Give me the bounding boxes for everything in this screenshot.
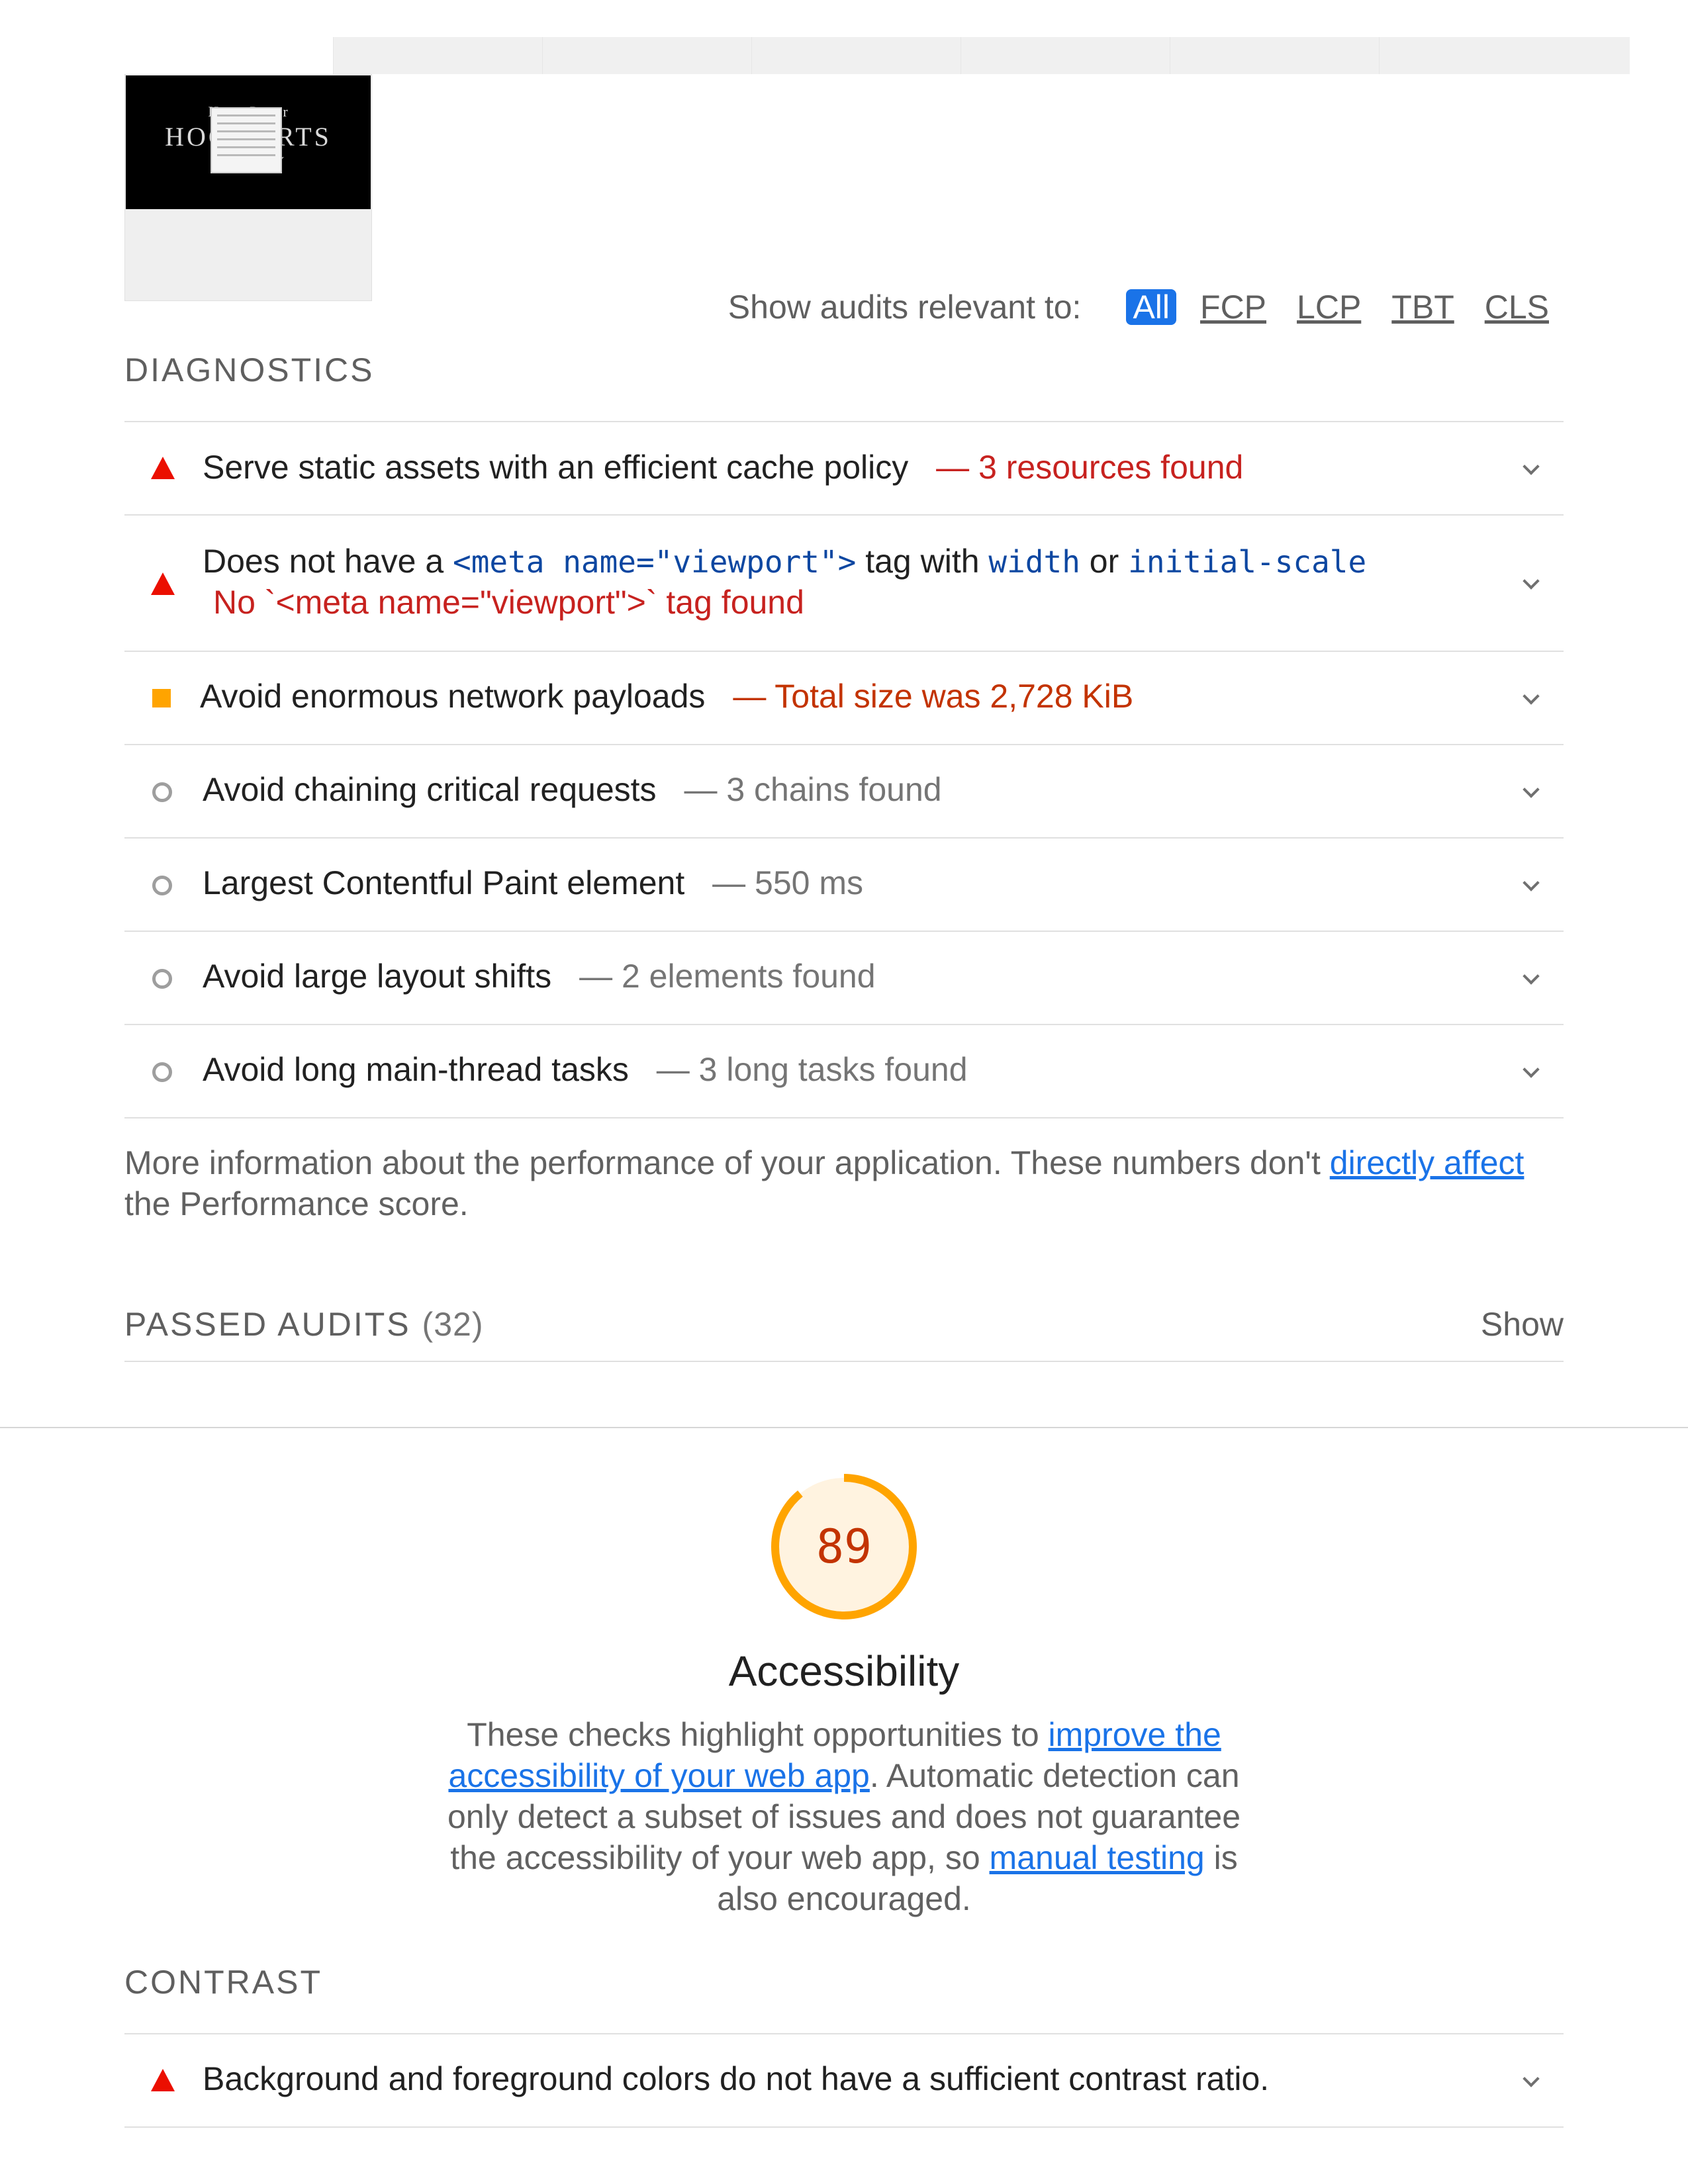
screenshot-image: Harry Potter HOGWARTS MYSTERY bbox=[126, 75, 371, 209]
audit-filter-bar: Show audits relevant to: All FCP LCP TBT… bbox=[728, 285, 1556, 330]
audit-display-value: — 3 chains found bbox=[684, 771, 942, 808]
passed-audits-header[interactable]: PASSED AUDITS (32) Show bbox=[124, 1292, 1564, 1362]
accessibility-score: 89 bbox=[816, 1520, 872, 1574]
audit-cache-policy[interactable]: Serve static assets with an efficient ca… bbox=[124, 422, 1564, 516]
accessibility-score-gauge[interactable]: 89 bbox=[769, 1472, 919, 1621]
fail-triangle-icon bbox=[151, 572, 175, 595]
audit-lcp-element[interactable]: Largest Contentful Paint element — 550 m… bbox=[124, 839, 1564, 932]
filter-chip-all[interactable]: All bbox=[1126, 289, 1177, 325]
filmstrip-frame bbox=[1379, 37, 1630, 74]
contrast-audit-list: Background and foreground colors do not … bbox=[124, 2033, 1564, 2128]
chevron-down-icon[interactable] bbox=[1524, 690, 1537, 704]
audit-title: Avoid enormous network payloads bbox=[200, 678, 706, 715]
filmstrip-frames bbox=[124, 37, 1630, 74]
audit-color-contrast[interactable]: Background and foreground colors do not … bbox=[124, 2034, 1564, 2128]
info-circle-icon bbox=[152, 969, 172, 989]
filmstrip-frame bbox=[961, 37, 1170, 74]
section-title-contrast: CONTRAST bbox=[124, 1964, 322, 2001]
filmstrip-frame bbox=[542, 37, 751, 74]
description-text: These checks highlight opportunities to bbox=[467, 1716, 1049, 1753]
diagnostics-description: More information about the performance o… bbox=[124, 1142, 1564, 1224]
contrast-section: CONTRAST bbox=[124, 1963, 1564, 2001]
diagnostics-audit-list: Serve static assets with an efficient ca… bbox=[124, 421, 1564, 1118]
accessibility-description: These checks highlight opportunities to … bbox=[424, 1714, 1264, 1919]
audit-title: Avoid long main-thread tasks bbox=[203, 1051, 629, 1088]
audit-display-value: — Total size was 2,728 KiB bbox=[733, 678, 1134, 715]
filter-chip-cls[interactable]: CLS bbox=[1478, 289, 1556, 325]
chevron-down-icon[interactable] bbox=[1524, 784, 1537, 797]
audit-title-part: or bbox=[1080, 543, 1129, 580]
audit-long-tasks[interactable]: Avoid long main-thread tasks — 3 long ta… bbox=[124, 1025, 1564, 1118]
audit-display-value: — 3 resources found bbox=[936, 449, 1244, 486]
filmstrip-frame bbox=[751, 37, 961, 74]
filmstrip-frame bbox=[333, 37, 542, 74]
passed-audits-count: (32) bbox=[422, 1306, 484, 1343]
category-title-accessibility: Accessibility bbox=[728, 1647, 960, 1695]
show-passed-audits-button[interactable]: Show bbox=[1481, 1305, 1564, 1343]
dialog-overlay bbox=[211, 107, 282, 173]
info-circle-icon bbox=[152, 782, 172, 802]
audit-critical-chains[interactable]: Avoid chaining critical requests — 3 cha… bbox=[124, 745, 1564, 839]
audit-display-value: — 550 ms bbox=[712, 864, 863, 901]
audit-title: Serve static assets with an efficient ca… bbox=[203, 449, 909, 486]
filmstrip-frame bbox=[1170, 37, 1379, 74]
filter-chip-tbt[interactable]: TBT bbox=[1385, 289, 1460, 325]
audit-title-part: Does not have a bbox=[203, 543, 453, 580]
info-circle-icon bbox=[152, 876, 172, 895]
audit-title: Largest Contentful Paint element bbox=[203, 864, 685, 901]
audit-explanation: No `<meta name="viewport">` tag found bbox=[213, 584, 804, 621]
audit-viewport-meta[interactable]: Does not have a <meta name="viewport"> t… bbox=[124, 516, 1564, 652]
audit-title: Avoid large layout shifts bbox=[203, 958, 552, 995]
section-title-diagnostics: DIAGNOSTICS bbox=[124, 351, 375, 388]
description-text: the Performance score. bbox=[124, 1185, 469, 1222]
filter-chip-fcp[interactable]: FCP bbox=[1194, 289, 1273, 325]
diagnostics-section: DIAGNOSTICS bbox=[124, 351, 1564, 389]
audit-title: Avoid chaining critical requests bbox=[203, 771, 657, 808]
chevron-down-icon[interactable] bbox=[1524, 877, 1537, 890]
code-width: width bbox=[988, 544, 1080, 580]
filmstrip-frame bbox=[124, 37, 333, 74]
passed-audits-title: PASSED AUDITS bbox=[124, 1306, 411, 1343]
code-initial-scale: initial-scale bbox=[1128, 544, 1367, 580]
filmstrip: Harry Potter HOGWARTS MYSTERY bbox=[124, 37, 1630, 301]
audit-layout-shifts[interactable]: Avoid large layout shifts — 2 elements f… bbox=[124, 932, 1564, 1025]
audit-display-value: — 3 long tasks found bbox=[656, 1051, 968, 1088]
fail-triangle-icon bbox=[151, 2069, 175, 2091]
filter-chip-lcp[interactable]: LCP bbox=[1290, 289, 1368, 325]
fail-triangle-icon bbox=[151, 457, 175, 479]
audit-title-part: tag with bbox=[856, 543, 989, 580]
average-square-icon bbox=[152, 689, 171, 707]
audit-display-value: — 2 elements found bbox=[579, 958, 876, 995]
passed-audits-section: PASSED AUDITS (32) Show bbox=[124, 1292, 1564, 1362]
chevron-down-icon[interactable] bbox=[1524, 2073, 1537, 2086]
chevron-down-icon[interactable] bbox=[1524, 1064, 1537, 1077]
category-divider bbox=[0, 1427, 1688, 1428]
filter-label: Show audits relevant to: bbox=[727, 289, 1082, 326]
chevron-down-icon[interactable] bbox=[1524, 970, 1537, 983]
directly-affect-link[interactable]: directly affect bbox=[1330, 1144, 1524, 1181]
audit-network-payloads[interactable]: Avoid enormous network payloads — Total … bbox=[124, 652, 1564, 745]
chevron-down-icon[interactable] bbox=[1524, 461, 1537, 474]
chevron-down-icon[interactable] bbox=[1524, 575, 1537, 588]
info-circle-icon bbox=[152, 1062, 172, 1082]
manual-testing-link[interactable]: manual testing bbox=[990, 1839, 1205, 1876]
description-text: More information about the performance o… bbox=[124, 1144, 1330, 1181]
code-meta-viewport: <meta name="viewport"> bbox=[453, 544, 857, 580]
audit-title: Background and foreground colors do not … bbox=[203, 2060, 1270, 2097]
